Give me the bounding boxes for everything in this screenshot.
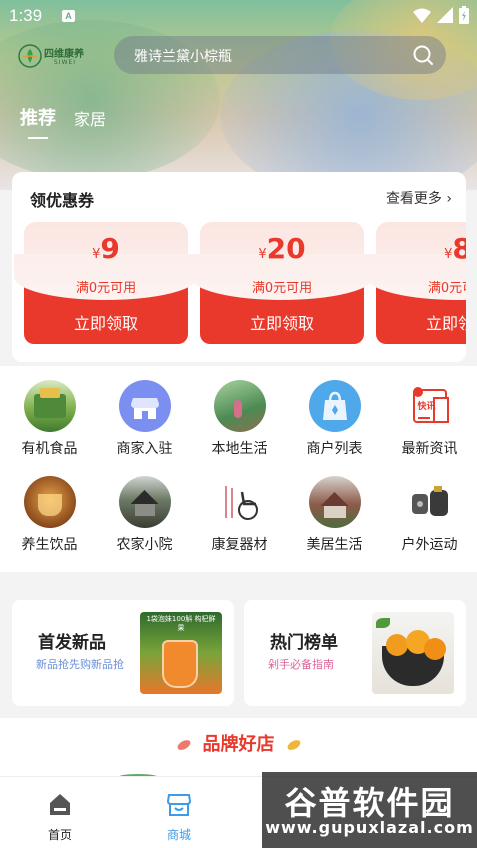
oranges-image bbox=[372, 612, 454, 694]
coupon-condition: 满0元可用 bbox=[251, 281, 313, 296]
coupon-section-title: 领优惠券 bbox=[30, 191, 95, 210]
watermark: 谷普软件园 www.gupuxlazal.com bbox=[262, 772, 477, 848]
logo-text: 四维康养 bbox=[44, 49, 84, 60]
claim-coupon-button[interactable]: 立即领取 bbox=[376, 310, 466, 334]
outdoor-icon bbox=[403, 476, 456, 528]
logo-subtext: SIWEI bbox=[54, 59, 77, 66]
sim-icon: A bbox=[62, 10, 75, 22]
coupon-condition: 满0元可用 bbox=[427, 281, 466, 296]
petal-right-icon bbox=[285, 738, 302, 752]
leaf-logo-icon bbox=[18, 44, 42, 68]
search-icon[interactable] bbox=[412, 44, 434, 66]
farmhouse-icon bbox=[118, 476, 171, 528]
hot-ranking-card[interactable]: 热门榜单 剁手必备指南 bbox=[244, 600, 466, 706]
organic-food-icon bbox=[23, 380, 76, 432]
coupon-section: 领优惠券 查看更多 › ¥9 满0元可用 立即领取 ¥20 满0元可用 立即领取… bbox=[12, 172, 466, 362]
nav-label: 商城 bbox=[166, 828, 191, 842]
category-label: 商户列表 bbox=[306, 441, 363, 457]
coupon-more-link[interactable]: 查看更多 › bbox=[386, 188, 452, 208]
category-tabs: 推荐 家居 bbox=[20, 104, 106, 139]
category-label: 农家小院 bbox=[116, 537, 173, 553]
juice-image-caption: 1袋泡妹100斛 构杞鲜果 bbox=[146, 615, 216, 632]
store-nav-icon bbox=[166, 794, 192, 816]
shopping-bag-icon bbox=[308, 380, 361, 432]
search-placeholder: 雅诗兰黛小棕瓶 bbox=[134, 49, 232, 65]
coupon-amount: 8 bbox=[452, 232, 466, 265]
status-time: 1:39 bbox=[9, 6, 43, 25]
status-bar: 1:39 A bbox=[0, 0, 477, 32]
brand-section-title: 品牌好店 bbox=[202, 734, 275, 755]
home-icon bbox=[308, 476, 361, 528]
feature-title: 首发新品 bbox=[38, 633, 106, 653]
feature-title: 热门榜单 bbox=[270, 633, 338, 653]
category-label: 有机食品 bbox=[21, 441, 78, 457]
category-label: 康复器材 bbox=[211, 537, 268, 553]
coupon-condition: 满0元可用 bbox=[75, 281, 137, 296]
coupon-currency: ¥ bbox=[258, 247, 267, 262]
category-item[interactable]: 本地生活 bbox=[192, 380, 287, 458]
category-item[interactable]: 快讯 最新资讯 bbox=[382, 380, 477, 458]
category-item[interactable]: 户外运动 bbox=[382, 476, 477, 554]
news-badge: 快讯 bbox=[417, 402, 436, 412]
category-label: 户外运动 bbox=[401, 537, 458, 553]
home-nav-icon bbox=[50, 794, 70, 815]
news-icon: 快讯 bbox=[403, 380, 456, 432]
petal-left-icon bbox=[175, 738, 192, 752]
store-icon bbox=[118, 380, 171, 432]
feature-subtitle: 剁手必备指南 bbox=[268, 658, 334, 671]
local-life-icon bbox=[213, 380, 266, 432]
nav-label: 首页 bbox=[47, 828, 72, 842]
category-grid: 有机食品 商家入驻 本地生活 商户列表 快讯 最新资讯 养生饮品 农家小院 康复… bbox=[0, 366, 477, 572]
wheelchair-icon bbox=[213, 476, 266, 528]
tab-recommend[interactable]: 推荐 bbox=[20, 104, 56, 139]
category-item[interactable]: 有机食品 bbox=[2, 380, 97, 458]
category-label: 本地生活 bbox=[211, 441, 268, 457]
drink-icon bbox=[23, 476, 76, 528]
battery-icon bbox=[459, 6, 469, 24]
search-bar[interactable]: 雅诗兰黛小棕瓶 bbox=[114, 36, 446, 74]
nav-item-store[interactable]: 商城 bbox=[149, 791, 209, 843]
juice-image: 1袋泡妹100斛 构杞鲜果 bbox=[140, 612, 222, 694]
coupon-card[interactable]: ¥9 满0元可用 立即领取 bbox=[14, 222, 198, 344]
brand-logo[interactable]: 四维康养 SIWEI bbox=[18, 42, 94, 72]
wifi-icon bbox=[413, 8, 431, 23]
category-item[interactable]: 美居生活 bbox=[287, 476, 382, 554]
category-label: 养生饮品 bbox=[21, 537, 78, 553]
category-label: 商家入驻 bbox=[116, 441, 173, 457]
category-item[interactable]: 养生饮品 bbox=[2, 476, 97, 554]
category-item[interactable]: 商家入驻 bbox=[97, 380, 192, 458]
coupon-card[interactable]: ¥20 满0元可用 立即领取 bbox=[190, 222, 374, 344]
category-item[interactable]: 康复器材 bbox=[192, 476, 287, 554]
watermark-url: www.gupuxlazal.com bbox=[265, 818, 474, 837]
feature-subtitle: 新品抢先购新品抢 bbox=[36, 658, 124, 671]
category-label: 最新资讯 bbox=[401, 441, 458, 457]
coupon-card[interactable]: ¥8 满0元可用 立即领取 bbox=[366, 222, 466, 344]
category-label: 美居生活 bbox=[306, 537, 363, 553]
coupon-amount: 20 bbox=[266, 232, 306, 265]
category-item[interactable]: 农家小院 bbox=[97, 476, 192, 554]
tab-home[interactable]: 家居 bbox=[74, 106, 106, 130]
nav-item-home[interactable]: 首页 bbox=[30, 791, 90, 843]
claim-coupon-button[interactable]: 立即领取 bbox=[24, 310, 188, 334]
claim-coupon-button[interactable]: 立即领取 bbox=[200, 310, 364, 334]
signal-icon bbox=[437, 7, 453, 23]
coupon-amount: 9 bbox=[100, 232, 120, 265]
category-item[interactable]: 商户列表 bbox=[287, 380, 382, 458]
new-products-card[interactable]: 首发新品 新品抢先购新品抢 1袋泡妹100斛 构杞鲜果 bbox=[12, 600, 234, 706]
